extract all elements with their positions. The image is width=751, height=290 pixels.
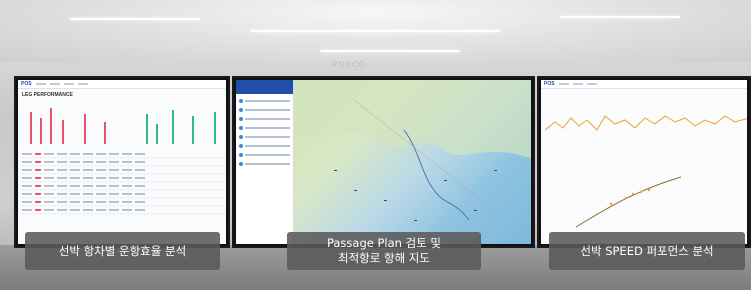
nav-item[interactable] <box>586 83 597 85</box>
chart-bar <box>40 118 42 144</box>
chart-bar <box>192 116 194 144</box>
nav-item[interactable] <box>558 83 569 85</box>
screen-passage-plan <box>232 76 535 248</box>
app-topbar: POS <box>18 80 226 89</box>
map-coastline <box>294 80 531 221</box>
speed-scatter-chart <box>575 176 682 228</box>
app-logo: POS <box>21 81 32 87</box>
caption-voyage-efficiency: 선박 항차별 운항효율 분석 <box>25 232 220 270</box>
wind-arrow-icon <box>334 170 337 171</box>
table-row[interactable] <box>22 182 226 190</box>
route-list-item[interactable] <box>239 125 290 130</box>
chart-bar <box>62 120 64 144</box>
caption-text: 선박 항차별 운항효율 분석 <box>58 243 187 258</box>
caption-text-line2: 최적항로 항해 지도 <box>338 251 430 265</box>
leg-bar-chart <box>22 104 226 144</box>
wind-arrow-icon <box>494 170 497 171</box>
table-row[interactable] <box>22 166 226 174</box>
wind-arrow-icon <box>444 180 447 181</box>
caption-speed-performance: 선박 SPEED 퍼포먼스 분석 <box>549 232 745 270</box>
wind-arrow-icon <box>414 220 417 221</box>
table-row[interactable] <box>22 198 226 206</box>
caption-text-line1: Passage Plan 검토 및 <box>326 236 442 250</box>
ceiling <box>0 0 751 62</box>
caption-passage-plan: Passage Plan 검토 및 최적항로 항해 지도 <box>287 232 481 270</box>
chart-bar <box>172 110 174 144</box>
route-list-item[interactable] <box>239 107 290 112</box>
sidepanel-header <box>236 80 293 94</box>
screen-leg-performance: POS LEG PERFORMANCE <box>14 76 230 248</box>
nav-item[interactable] <box>63 83 74 85</box>
chart-bar <box>156 124 158 144</box>
wind-arrow-icon <box>354 190 357 191</box>
chart-bar <box>30 112 32 144</box>
chart-bar <box>50 108 52 144</box>
screen-speed-performance: POS <box>537 76 751 248</box>
speed-line-chart <box>545 115 747 131</box>
wall-logo: POSCO <box>332 60 366 69</box>
nav-item[interactable] <box>572 83 583 85</box>
table-row[interactable] <box>22 174 226 182</box>
route-list-item[interactable] <box>239 116 290 121</box>
route-sidepanel <box>236 80 294 244</box>
ceiling-light <box>250 30 500 32</box>
leg-table <box>22 150 226 214</box>
table-row[interactable] <box>22 150 226 158</box>
page-title: LEG PERFORMANCE <box>22 92 73 98</box>
chart-bar <box>104 122 106 144</box>
route-list-item[interactable] <box>239 161 290 166</box>
wind-arrow-icon <box>384 200 387 201</box>
table-row[interactable] <box>22 206 226 214</box>
wind-arrow-icon <box>474 210 477 211</box>
ceiling-light <box>320 50 460 52</box>
nautical-map[interactable] <box>294 80 531 244</box>
ceiling-light <box>70 18 200 20</box>
chart-bar <box>84 114 86 144</box>
route-list-item[interactable] <box>239 134 290 139</box>
chart-bar <box>146 114 148 144</box>
route-list-item[interactable] <box>239 152 290 157</box>
nav-item[interactable] <box>49 83 60 85</box>
table-row[interactable] <box>22 190 226 198</box>
route-list-item[interactable] <box>239 98 290 103</box>
nav-item[interactable] <box>77 83 88 85</box>
app-topbar: POS <box>541 80 747 89</box>
caption-text: 선박 SPEED 퍼포먼스 분석 <box>580 243 714 258</box>
route-list-item[interactable] <box>239 143 290 148</box>
ceiling-light <box>560 16 680 18</box>
chart-bar <box>214 112 216 144</box>
nav-item[interactable] <box>35 83 46 85</box>
app-logo: POS <box>544 81 555 87</box>
table-row[interactable] <box>22 158 226 166</box>
